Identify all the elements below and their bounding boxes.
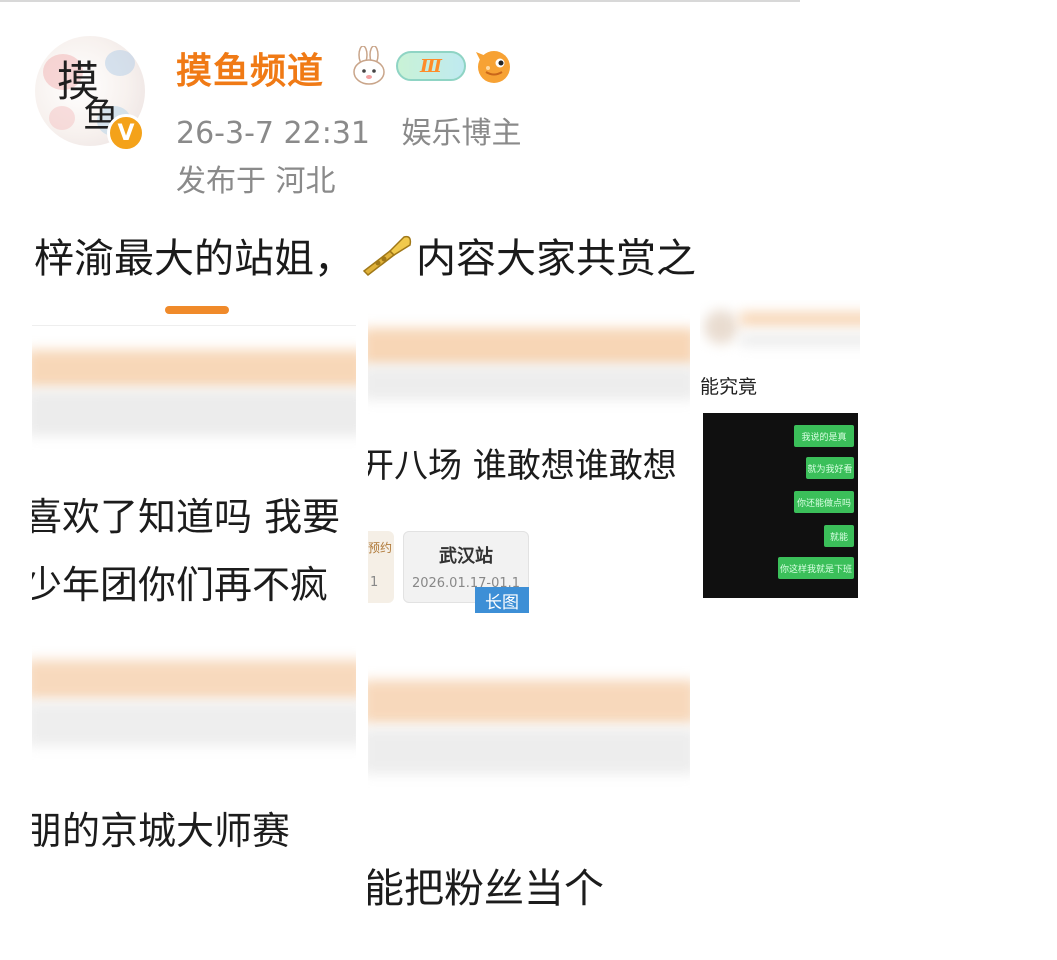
image-text-line: 少年团你们再不疯	[32, 563, 329, 607]
blurred-content	[32, 390, 356, 436]
trumpet-emoji-icon	[362, 235, 412, 276]
ticket-side-label: 预约	[368, 541, 393, 555]
post-location: 发布于 河北	[176, 164, 336, 199]
blurred-content	[368, 728, 690, 774]
blurred-content	[32, 660, 356, 700]
post-image-middle[interactable]: 开八场 谁敢想谁敢想 预约 1 武汉站 2026.01.17-01.1 长图 能…	[368, 300, 690, 912]
post-meta: 26-3-7 22:31 娱乐博主	[176, 108, 522, 152]
active-tab-indicator	[165, 306, 229, 314]
blurred-content	[740, 312, 860, 326]
username[interactable]: 摸鱼频道	[176, 42, 324, 94]
post-text-part2: 内容大家共赏之	[416, 236, 696, 282]
chat-bubble: 我说的是真	[794, 425, 854, 447]
blurred-content	[368, 366, 690, 400]
chat-bubble: 你还能做点吗	[794, 491, 854, 513]
chat-bubble: 就能	[824, 525, 854, 547]
bunny-badge-icon[interactable]	[350, 46, 388, 86]
chat-bubble: 你这样我就是下班	[778, 557, 854, 579]
blurred-content	[368, 680, 690, 724]
image-text-line: 朋的京城大师赛	[32, 809, 291, 853]
image-text-line: 喜欢了知道吗 我要	[32, 495, 341, 539]
ticket-title: 武汉站	[439, 546, 493, 567]
post-text-part1: 梓渝最大的站姐，	[34, 236, 354, 282]
chat-bubble: 就为我好看	[806, 457, 854, 479]
post-image-left[interactable]: 喜欢了知道吗 我要 少年团你们再不疯 朋的京城大师赛	[32, 290, 356, 905]
ticket-side-number: 1	[370, 575, 379, 590]
image-text-line: 开八场 谁敢想谁敢想	[368, 446, 677, 486]
account-type-label: 娱乐博主	[401, 116, 522, 151]
verified-icon: V	[107, 114, 145, 152]
ticket-card-side: 预约 1	[368, 531, 394, 603]
fish-badge-icon[interactable]	[474, 46, 514, 86]
badge-row: Ⅲ	[350, 44, 514, 88]
image-text-line: 能把粉丝当个	[368, 866, 604, 912]
blurred-content	[368, 328, 690, 366]
blurred-content	[32, 702, 356, 746]
post-timestamp: 26-3-7 22:31	[176, 116, 370, 151]
blurred-avatar	[704, 310, 738, 344]
image-caption: 能究竟	[700, 376, 758, 398]
post-body: 梓渝最大的站姐， 内容大家共赏之	[34, 226, 696, 284]
top-divider	[0, 0, 800, 2]
post-image-right[interactable]: 能究竟 我说的是真 就为我好看 你还能做点吗 就能 你这样我就是下班	[700, 300, 860, 600]
blurred-content	[740, 334, 860, 346]
long-image-badge: 长图	[475, 587, 529, 613]
level-badge-icon[interactable]: Ⅲ	[396, 51, 466, 81]
blurred-content	[32, 350, 356, 388]
chat-screenshot: 我说的是真 就为我好看 你还能做点吗 就能 你这样我就是下班	[703, 413, 858, 598]
